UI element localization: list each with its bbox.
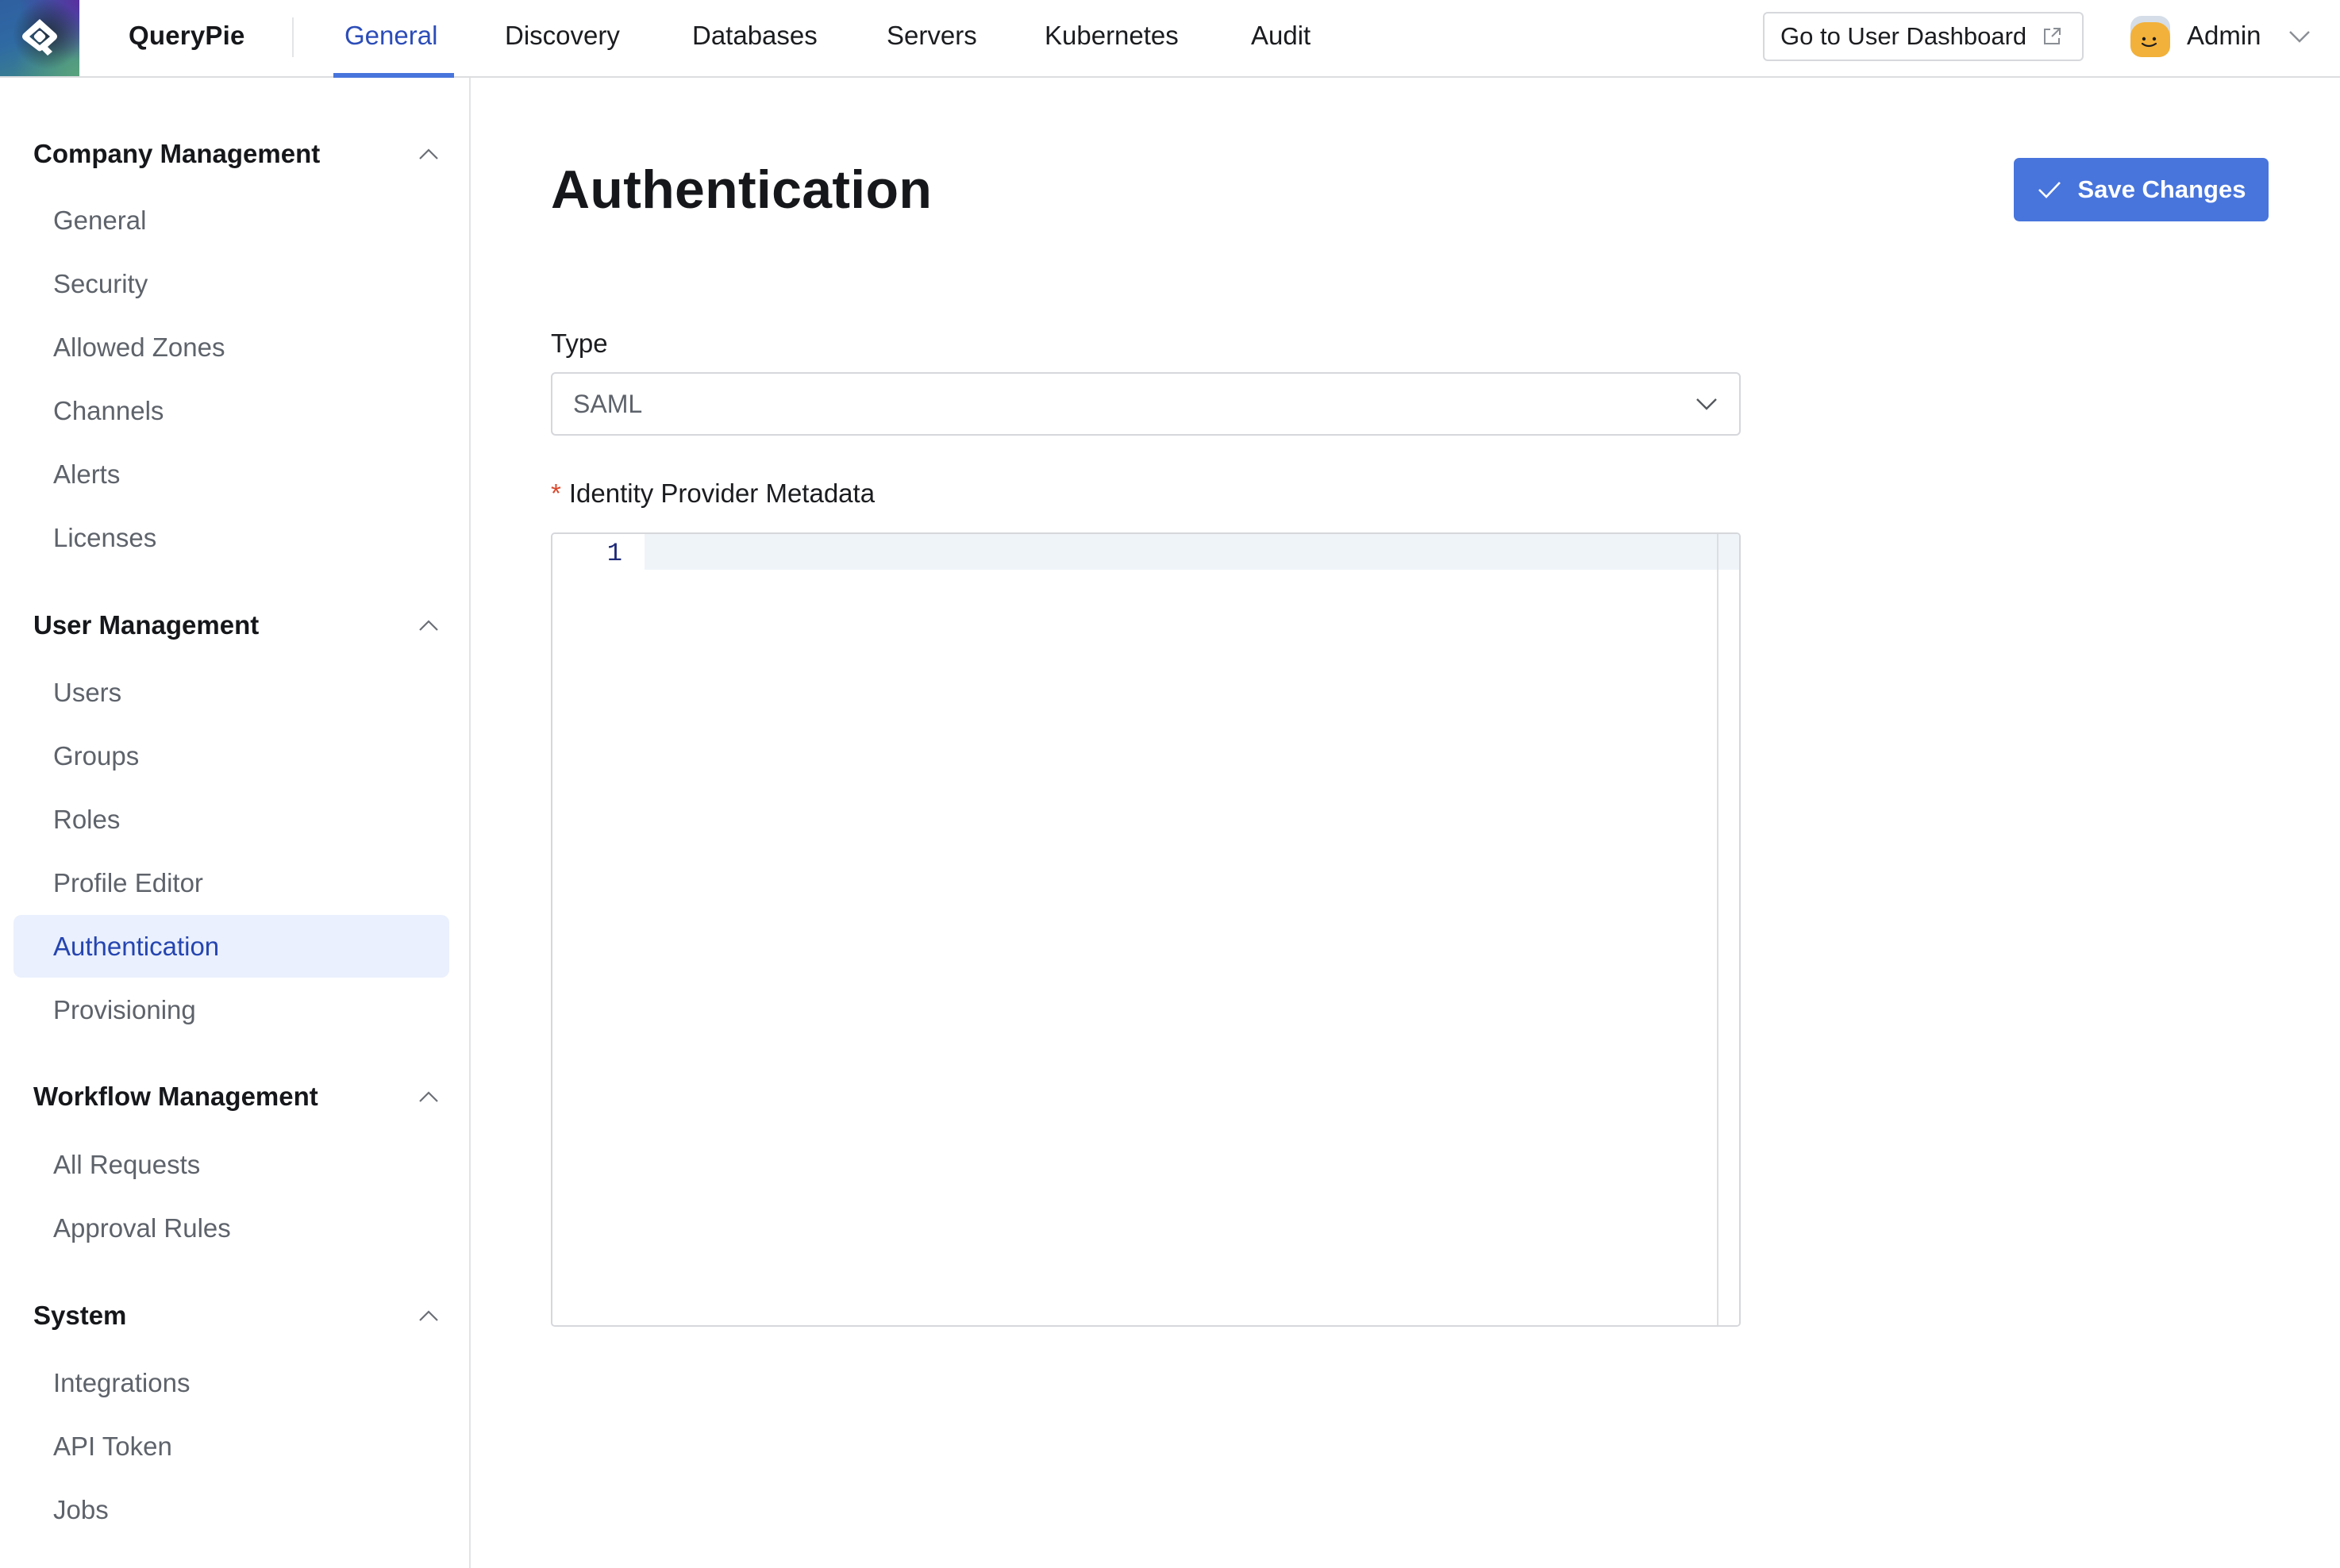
- chevron-up-icon: [419, 620, 438, 631]
- dashboard-button-label: Go to User Dashboard: [1780, 22, 2027, 50]
- identity-provider-metadata-label: * Identity Provider Metadata: [551, 478, 875, 509]
- sidebar-item-general[interactable]: General: [13, 189, 449, 252]
- sidebar-item-integrations[interactable]: Integrations: [13, 1351, 449, 1414]
- save-button-label: Save Changes: [2077, 175, 2246, 203]
- sidebar-item-approval-rules[interactable]: Approval Rules: [13, 1197, 449, 1259]
- sidebar: Company Management General Security Allo…: [0, 78, 471, 1568]
- type-select-value: SAML: [573, 389, 643, 418]
- brand-divider: [292, 17, 294, 57]
- sidebar-item-users[interactable]: Users: [13, 661, 449, 724]
- section-title: User Management: [33, 610, 260, 640]
- section-title: Workflow Management: [33, 1082, 318, 1111]
- sidebar-item-api-token[interactable]: API Token: [13, 1415, 449, 1478]
- sidebar-item-roles[interactable]: Roles: [13, 788, 449, 851]
- sidebar-section-workflow-management[interactable]: Workflow Management: [33, 1077, 438, 1116]
- tab-general[interactable]: General: [344, 21, 437, 51]
- type-select[interactable]: SAML: [551, 372, 1741, 436]
- check-icon: [2038, 182, 2061, 198]
- sidebar-item-jobs[interactable]: Jobs: [13, 1478, 449, 1541]
- external-link-icon: [2044, 28, 2061, 44]
- editor-vertical-scrollbar[interactable]: [1717, 534, 1739, 1325]
- line-number: 1: [606, 539, 622, 568]
- metadata-code-editor[interactable]: 1: [551, 532, 1741, 1327]
- tab-databases[interactable]: Databases: [692, 21, 818, 51]
- sidebar-item-groups[interactable]: Groups: [13, 724, 449, 787]
- sidebar-item-provisioning[interactable]: Provisioning: [13, 978, 449, 1041]
- querypie-logo-icon[interactable]: [0, 0, 79, 76]
- sidebar-section-user-management[interactable]: User Management: [33, 605, 438, 645]
- chevron-up-icon: [419, 1091, 438, 1102]
- save-changes-button[interactable]: Save Changes: [2014, 158, 2269, 221]
- brand-name: QueryPie: [129, 21, 245, 50]
- page-title: Authentication: [551, 159, 933, 220]
- chevron-down-icon: [1696, 398, 1717, 410]
- required-indicator: *: [551, 478, 561, 508]
- tab-servers[interactable]: Servers: [887, 21, 977, 51]
- section-title: System: [33, 1301, 127, 1330]
- sidebar-item-licenses[interactable]: Licenses: [13, 506, 449, 569]
- sidebar-section-company-management[interactable]: Company Management: [33, 134, 438, 174]
- user-name[interactable]: Admin: [2187, 21, 2261, 51]
- tab-audit[interactable]: Audit: [1251, 21, 1310, 51]
- metadata-label-text: Identity Provider Metadata: [568, 478, 876, 508]
- go-to-user-dashboard-button[interactable]: Go to User Dashboard: [1763, 12, 2084, 61]
- sidebar-item-security[interactable]: Security: [13, 252, 449, 315]
- editor-active-line[interactable]: [645, 534, 1717, 570]
- chevron-down-icon[interactable]: [2288, 27, 2311, 46]
- sidebar-item-alerts[interactable]: Alerts: [13, 443, 449, 505]
- sidebar-item-channels[interactable]: Channels: [13, 379, 449, 442]
- top-nav-bar: QueryPie General Discovery Databases Ser…: [0, 0, 2340, 78]
- editor-gutter: 1: [552, 534, 645, 1325]
- sidebar-item-all-requests[interactable]: All Requests: [13, 1133, 449, 1196]
- tab-discovery[interactable]: Discovery: [505, 21, 620, 51]
- section-title: Company Management: [33, 139, 321, 168]
- sidebar-section-system[interactable]: System: [33, 1296, 438, 1335]
- type-label: Type: [551, 329, 608, 358]
- chevron-up-icon: [419, 1310, 438, 1321]
- sidebar-item-allowed-zones[interactable]: Allowed Zones: [13, 316, 449, 379]
- tab-kubernetes[interactable]: Kubernetes: [1045, 21, 1179, 51]
- smiley-avatar-icon[interactable]: [2130, 16, 2170, 57]
- sidebar-item-authentication[interactable]: Authentication: [13, 915, 449, 978]
- chevron-up-icon: [419, 148, 438, 159]
- sidebar-item-profile-editor[interactable]: Profile Editor: [13, 851, 449, 914]
